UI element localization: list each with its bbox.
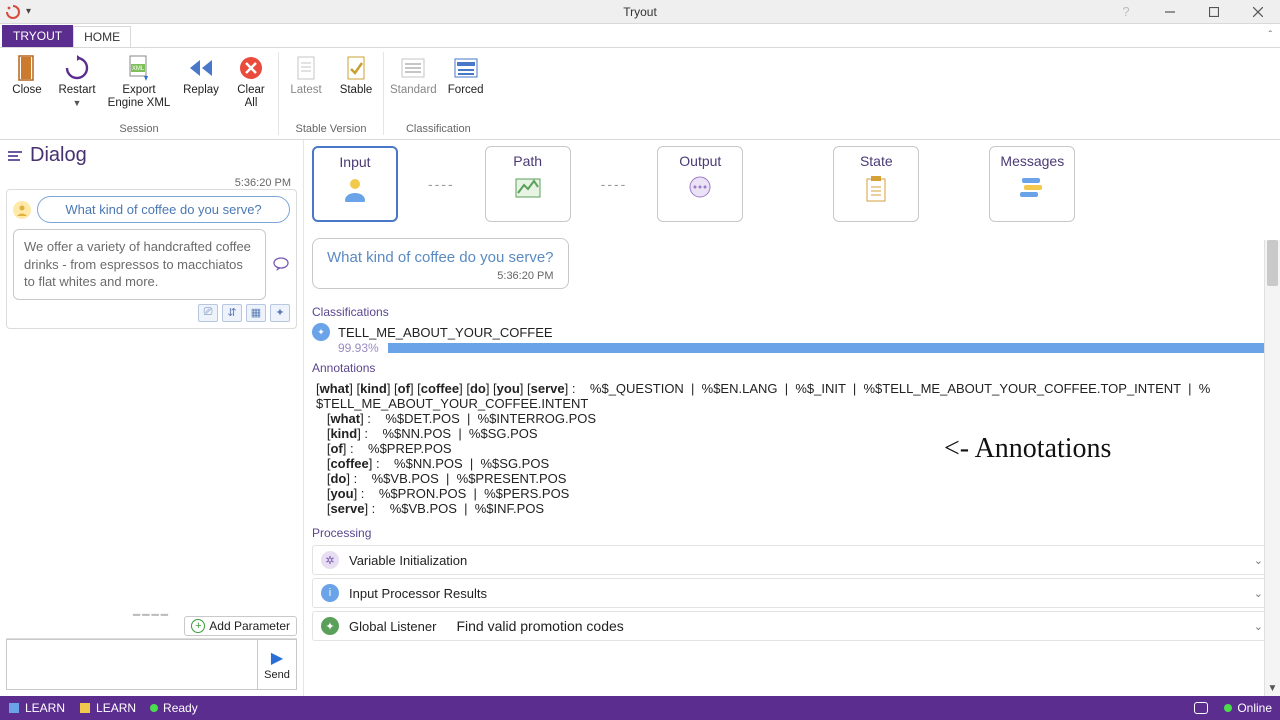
- classification-row[interactable]: ✦ TELL_ME_ABOUT_YOUR_COFFEE 99.93%: [312, 323, 1272, 355]
- collapse-ribbon-icon[interactable]: ˆ: [1269, 30, 1272, 41]
- class-badge-icon: ✦: [312, 323, 330, 341]
- message-input[interactable]: [6, 639, 257, 690]
- close-button[interactable]: Close: [6, 54, 48, 97]
- clipboard-icon: [864, 175, 888, 203]
- speech-bubble-icon[interactable]: [272, 257, 290, 271]
- processing-global-listener[interactable]: ✦ Global Listener Find valid promotion c…: [312, 611, 1272, 641]
- detail-panel: Input ---- Path ---- Output State Messag…: [304, 140, 1280, 696]
- document-icon: [292, 54, 320, 82]
- message-actions: ⎚ ⇵ ▦ ✦: [13, 304, 290, 322]
- status-online: Online: [1224, 701, 1272, 715]
- node-path[interactable]: Path: [485, 146, 571, 222]
- status-learn-1[interactable]: LEARN: [8, 701, 65, 715]
- dialog-panel: Dialog 5:36:20 PM What kind of coffee do…: [0, 140, 304, 696]
- connector-icon: ----: [601, 176, 628, 192]
- dropdown-caret-icon[interactable]: ▼: [73, 98, 82, 108]
- speech-icon: [686, 175, 714, 201]
- ribbon: Close Restart▼ XML Export Engine XML Rep…: [0, 48, 1280, 140]
- svg-text:XML: XML: [132, 66, 145, 72]
- list-highlight-icon: [452, 54, 480, 82]
- vertical-scrollbar[interactable]: ▼: [1264, 240, 1280, 696]
- person-icon: [341, 176, 369, 202]
- node-output[interactable]: Output: [657, 146, 743, 222]
- door-exit-icon: [13, 54, 41, 82]
- replay-button[interactable]: Replay: [180, 54, 222, 97]
- refresh-icon: [63, 54, 91, 82]
- scrollbar-thumb[interactable]: [1267, 240, 1278, 286]
- section-annotations: Annotations: [304, 359, 1280, 377]
- user-avatar-icon: [13, 201, 31, 219]
- action-icon-4[interactable]: ✦: [270, 304, 290, 322]
- title-bar: ▾ Tryout ?: [0, 0, 1280, 24]
- book-icon: [8, 702, 20, 714]
- action-icon-2[interactable]: ⇵: [222, 304, 242, 322]
- book-icon: [79, 702, 91, 714]
- annotations-body: [what] [kind] [of] [coffee] [do] [you] […: [304, 377, 1280, 520]
- message-timestamp: 5:36:20 PM: [6, 177, 297, 189]
- window-title: Tryout: [0, 5, 1280, 19]
- status-ready: Ready: [150, 701, 198, 715]
- chevron-down-icon[interactable]: ⌄: [1254, 587, 1263, 600]
- list-icon: [399, 54, 427, 82]
- clear-icon: [237, 54, 265, 82]
- status-dot-icon: [150, 704, 158, 712]
- classification-name: TELL_ME_ABOUT_YOUR_COFFEE: [338, 325, 553, 340]
- xml-file-icon: XML: [125, 54, 153, 82]
- chat-icon[interactable]: [1194, 702, 1208, 714]
- globe-icon: ✦: [321, 617, 339, 635]
- group-label-classification: Classification: [406, 121, 471, 137]
- send-arrow-icon: ▶: [271, 648, 283, 668]
- status-dot-icon: [1224, 704, 1232, 712]
- confidence-bar: [388, 343, 1272, 353]
- connector-icon: ----: [428, 176, 455, 192]
- status-learn-2[interactable]: LEARN: [79, 701, 136, 715]
- workspace: Dialog 5:36:20 PM What kind of coffee do…: [0, 140, 1280, 696]
- info-icon: i: [321, 584, 339, 602]
- rewind-icon: [187, 54, 215, 82]
- node-state[interactable]: State: [833, 146, 919, 222]
- user-message: What kind of coffee do you serve?: [37, 196, 290, 223]
- node-messages[interactable]: Messages: [989, 146, 1075, 222]
- conversation-block: What kind of coffee do you serve? We off…: [6, 189, 297, 329]
- latest-button[interactable]: Latest: [285, 54, 327, 97]
- processing-var-init[interactable]: ✲ Variable Initialization ⌄: [312, 545, 1272, 575]
- plus-icon: +: [191, 619, 205, 633]
- pipeline-nodes: Input ---- Path ---- Output State Messag…: [304, 140, 1280, 228]
- dialog-header: Dialog: [0, 140, 303, 171]
- restart-button[interactable]: Restart▼: [56, 54, 98, 110]
- forced-button[interactable]: Forced: [445, 54, 487, 97]
- handwritten-annotation-label: <- Annotations: [944, 433, 1111, 465]
- group-label-session: Session: [119, 121, 158, 137]
- processing-input-results[interactable]: i Input Processor Results ⌄: [312, 578, 1272, 608]
- bot-response: We offer a variety of handcrafted coffee…: [13, 229, 266, 300]
- ribbon-tabs: TRYOUT HOME ˆ: [0, 24, 1280, 48]
- chevron-down-icon[interactable]: ⌄: [1254, 620, 1263, 633]
- section-classifications: Classifications: [304, 303, 1280, 321]
- group-label-stable: Stable Version: [296, 121, 367, 137]
- section-processing: Processing: [304, 524, 1280, 542]
- scroll-down-icon[interactable]: ▼: [1265, 683, 1280, 694]
- gear-icon: ✲: [321, 551, 339, 569]
- node-input[interactable]: Input: [312, 146, 398, 222]
- classification-percent: 99.93%: [338, 341, 382, 355]
- tab-tryout[interactable]: TRYOUT: [2, 25, 73, 47]
- stable-button[interactable]: Stable: [335, 54, 377, 97]
- stack-icon: [1018, 175, 1046, 199]
- path-icon: [514, 175, 542, 201]
- input-card: What kind of coffee do you serve? 5:36:2…: [312, 238, 569, 289]
- clear-all-button[interactable]: Clear All: [230, 54, 272, 110]
- status-bar: LEARN LEARN Ready Online: [0, 696, 1280, 720]
- standard-button[interactable]: Standard: [390, 54, 437, 97]
- send-button[interactable]: ▶ Send: [257, 639, 297, 690]
- tab-home[interactable]: HOME: [73, 26, 131, 47]
- chevron-down-icon[interactable]: ⌄: [1254, 554, 1263, 567]
- action-icon-3[interactable]: ▦: [246, 304, 266, 322]
- export-engine-xml-button[interactable]: XML Export Engine XML: [106, 54, 172, 110]
- action-icon-1[interactable]: ⎚: [198, 304, 218, 322]
- add-parameter-button[interactable]: + Add Parameter: [184, 616, 297, 636]
- document-check-icon: [342, 54, 370, 82]
- dialog-icon: [6, 149, 24, 163]
